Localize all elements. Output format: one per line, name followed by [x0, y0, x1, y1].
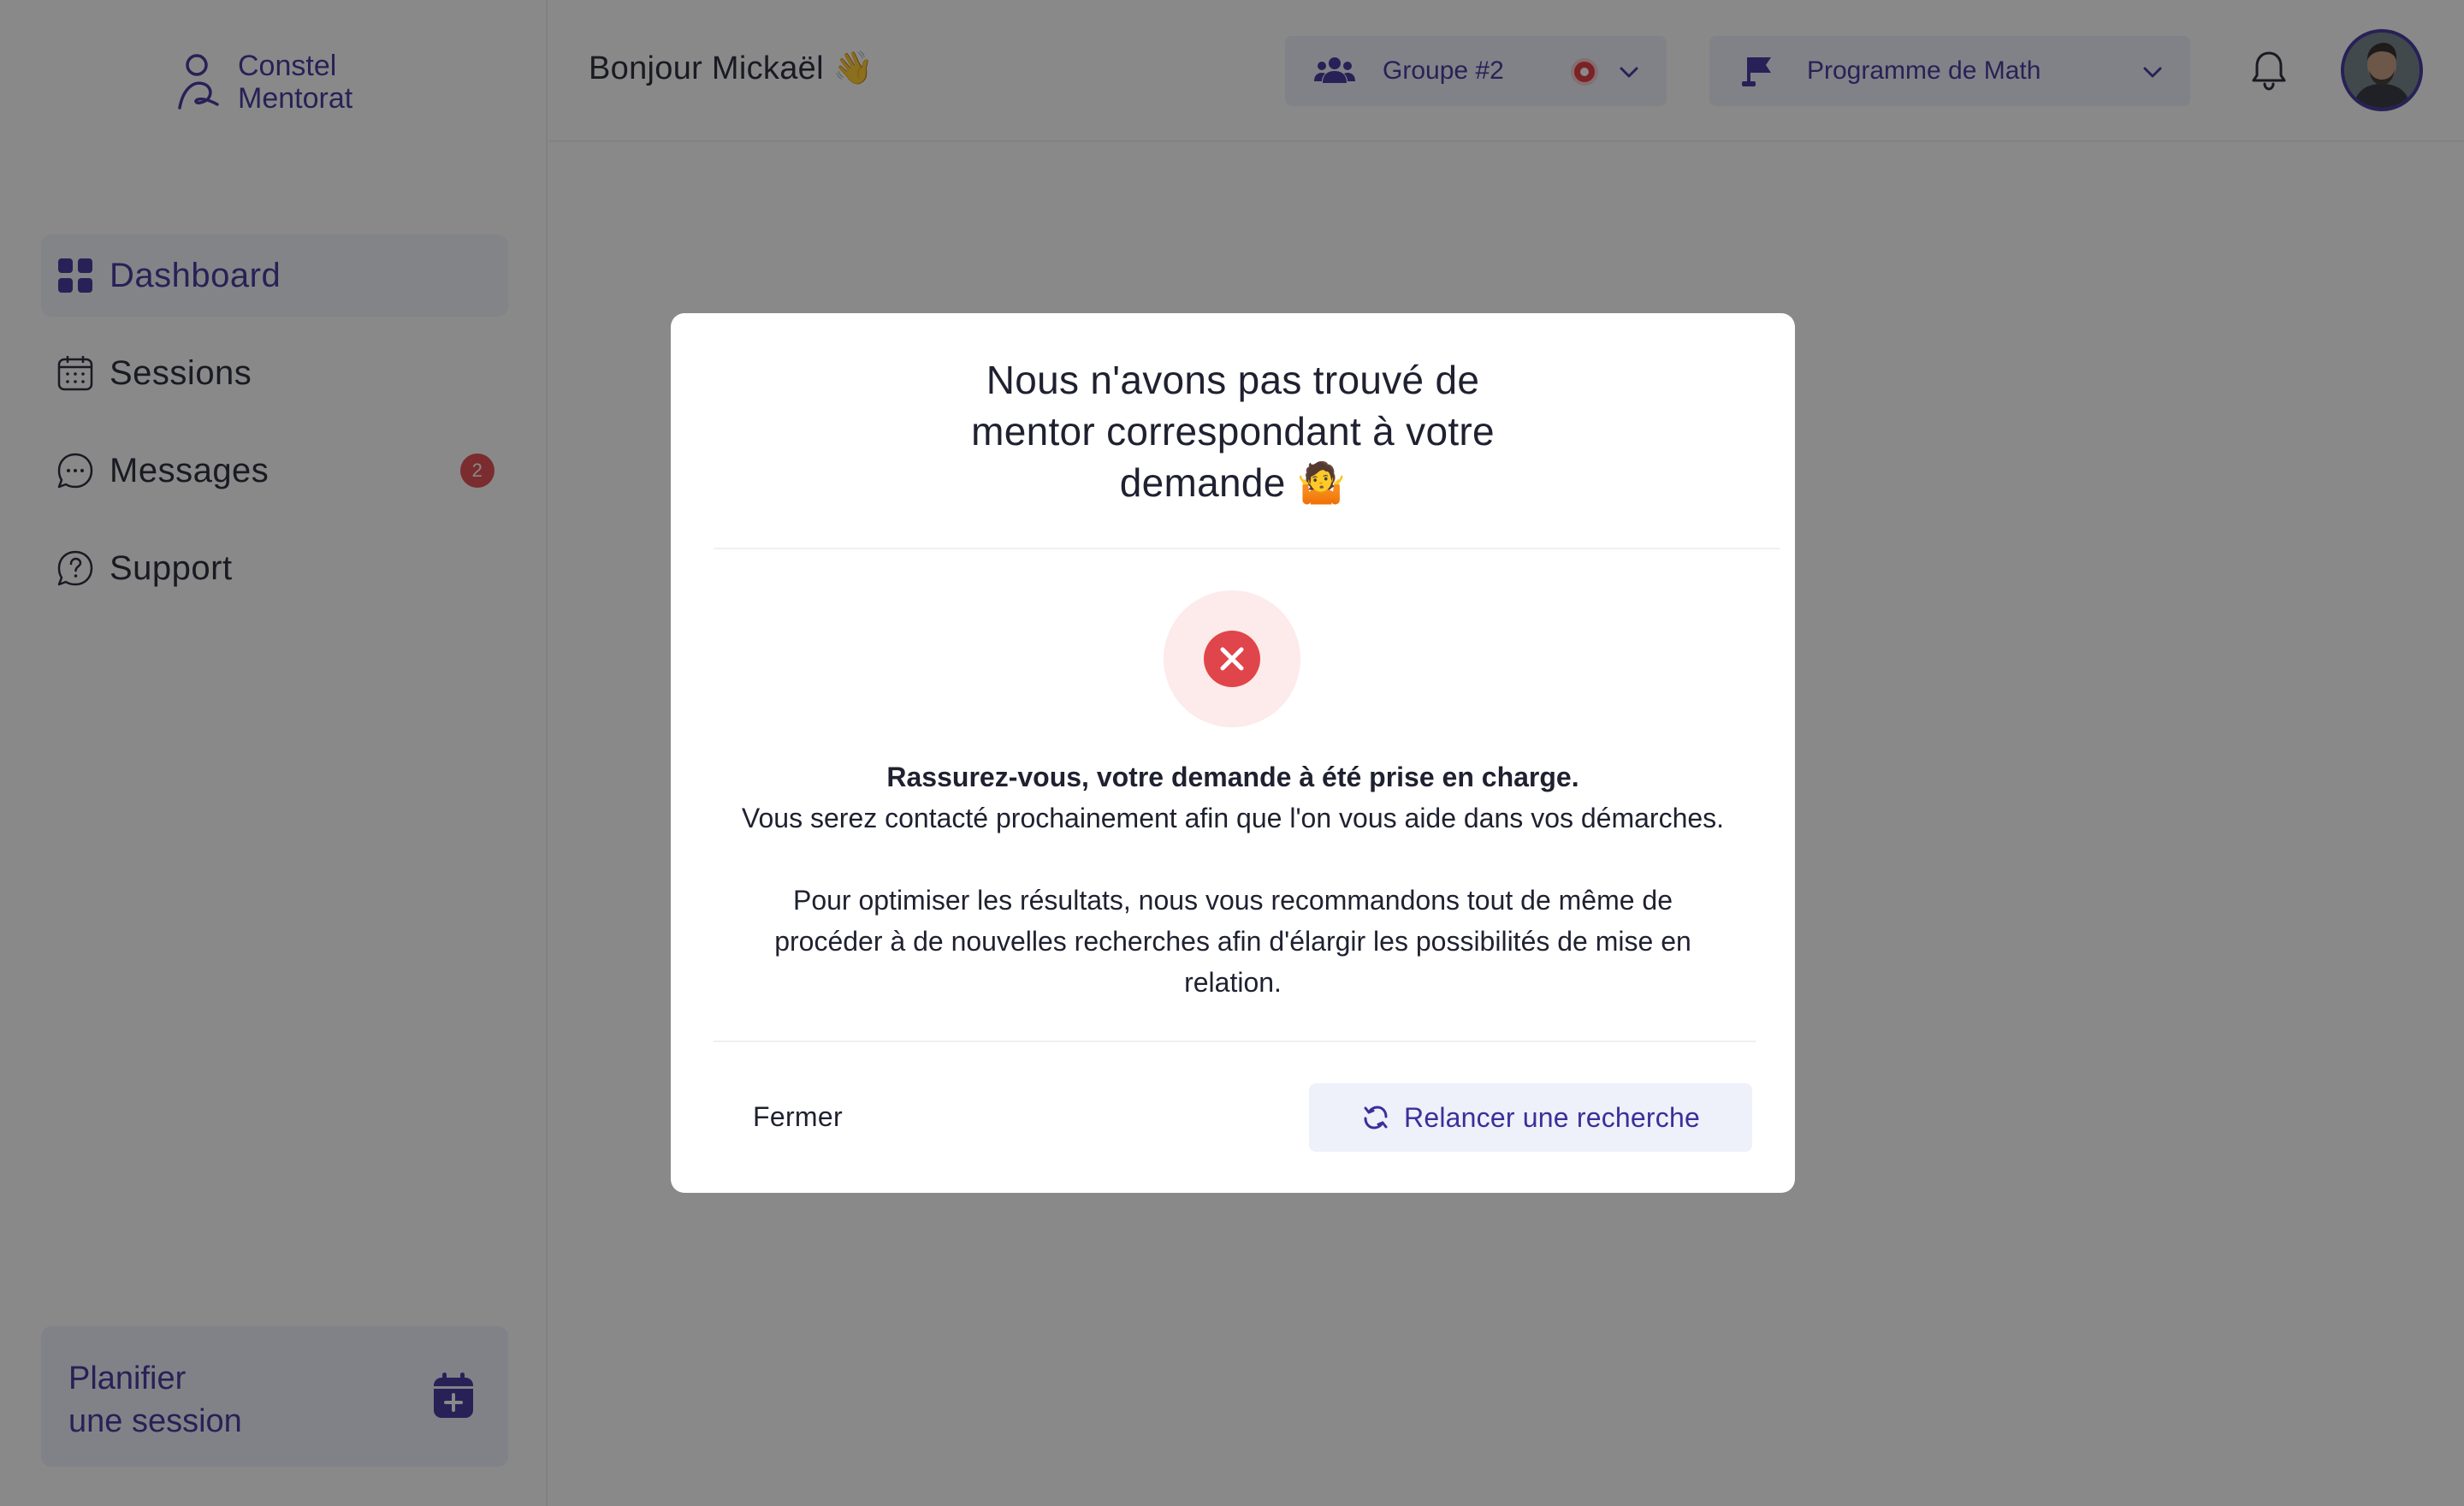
modal-message: Rassurez-vous, votre demande à été prise…	[671, 756, 1795, 839]
modal-divider	[714, 1041, 1756, 1042]
modal-title-line-3: demande 🤷	[1119, 460, 1347, 505]
modal-title-line-2: mentor correspondant à votre	[971, 409, 1495, 454]
modal-divider	[714, 548, 1780, 549]
modal-title: Nous n'avons pas trouvé de mentor corres…	[908, 354, 1558, 508]
retry-search-label: Relancer une recherche	[1404, 1101, 1700, 1133]
modal-message-contact: Vous serez contacté prochainement afin q…	[741, 803, 1725, 833]
modal-title-line-1: Nous n'avons pas trouvé de	[986, 358, 1480, 402]
app-root: Constel Mentorat Dashboard	[0, 0, 2464, 1506]
refresh-icon	[1364, 1106, 1388, 1130]
close-button[interactable]: Fermer	[731, 1082, 865, 1152]
error-status	[1164, 590, 1300, 727]
error-x-icon	[1204, 631, 1260, 687]
modal-recommendation: Pour optimiser les résultats, nous vous …	[774, 885, 1691, 998]
no-mentor-found-modal: Nous n'avons pas trouvé de mentor corres…	[671, 313, 1795, 1193]
modal-message-reassure: Rassurez-vous, votre demande à été prise…	[886, 762, 1579, 792]
retry-search-button[interactable]: Relancer une recherche	[1309, 1083, 1752, 1152]
